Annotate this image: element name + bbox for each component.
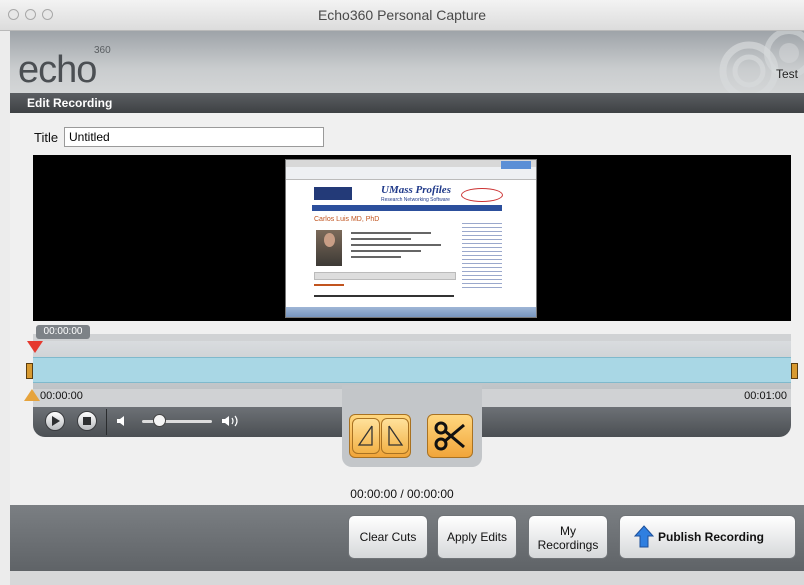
publish-recording-label: Publish Recording bbox=[658, 530, 765, 544]
my-recordings-label-line2: Recordings bbox=[537, 538, 599, 552]
cut-button[interactable] bbox=[427, 414, 473, 458]
stop-button[interactable] bbox=[77, 411, 97, 431]
window-title: Echo360 Personal Capture bbox=[317, 7, 487, 23]
status-strip bbox=[10, 571, 804, 585]
elapsed-time: 00:00:00 / 00:00:00 bbox=[350, 487, 454, 501]
trim-in-icon bbox=[357, 425, 373, 446]
play-button[interactable] bbox=[45, 411, 65, 431]
trim-out-button[interactable] bbox=[381, 418, 409, 454]
apply-edits-button[interactable]: Apply Edits bbox=[437, 515, 517, 559]
thumbnail-page-subheading: Research Networking Software bbox=[381, 197, 450, 203]
echo360-logo: echo bbox=[18, 49, 97, 91]
trim-end-handle[interactable] bbox=[791, 363, 798, 379]
scissors-icon bbox=[434, 421, 465, 451]
playhead-marker[interactable] bbox=[27, 341, 43, 353]
my-recordings-label-line1: My bbox=[560, 524, 576, 538]
timeline-end-time: 00:01:00 bbox=[744, 390, 787, 402]
echo-watermark-icon bbox=[719, 31, 804, 93]
video-frame-thumbnail: UMass Profiles Research Networking Softw… bbox=[285, 159, 537, 318]
volume-slider-knob[interactable] bbox=[153, 414, 166, 427]
play-icon bbox=[52, 416, 60, 426]
echo360-logo-superscript: 360 bbox=[94, 45, 111, 56]
controls-divider bbox=[106, 409, 107, 435]
timeline-start-time: 00:00:00 bbox=[40, 390, 83, 402]
upload-arrow-icon bbox=[634, 525, 654, 548]
trim-start-marker[interactable] bbox=[24, 389, 40, 401]
section-title: Edit Recording bbox=[27, 96, 113, 110]
volume-low-icon bbox=[117, 416, 124, 426]
trim-in-button[interactable] bbox=[352, 418, 380, 454]
thumbnail-person-name: Carlos Luis MD, PhD bbox=[314, 216, 380, 223]
section-header bbox=[10, 93, 804, 113]
thumbnail-page-heading: UMass Profiles bbox=[381, 184, 451, 196]
publish-recording-button[interactable]: Publish Recording bbox=[619, 515, 796, 559]
stop-icon bbox=[83, 417, 91, 425]
clear-cuts-button[interactable]: Clear Cuts bbox=[348, 515, 428, 559]
trim-out-icon bbox=[388, 425, 404, 446]
playhead-time-tag: 00:00:00 bbox=[36, 325, 90, 339]
title-label: Title bbox=[34, 130, 59, 145]
brand-header: echo 360 Test bbox=[10, 31, 804, 93]
trim-start-handle[interactable] bbox=[26, 363, 33, 379]
my-recordings-button[interactable]: My Recordings bbox=[528, 515, 608, 559]
title-input[interactable] bbox=[64, 127, 324, 147]
timeline-track[interactable] bbox=[33, 357, 791, 383]
volume-high-icon bbox=[222, 415, 238, 427]
user-name: Test bbox=[775, 67, 798, 81]
